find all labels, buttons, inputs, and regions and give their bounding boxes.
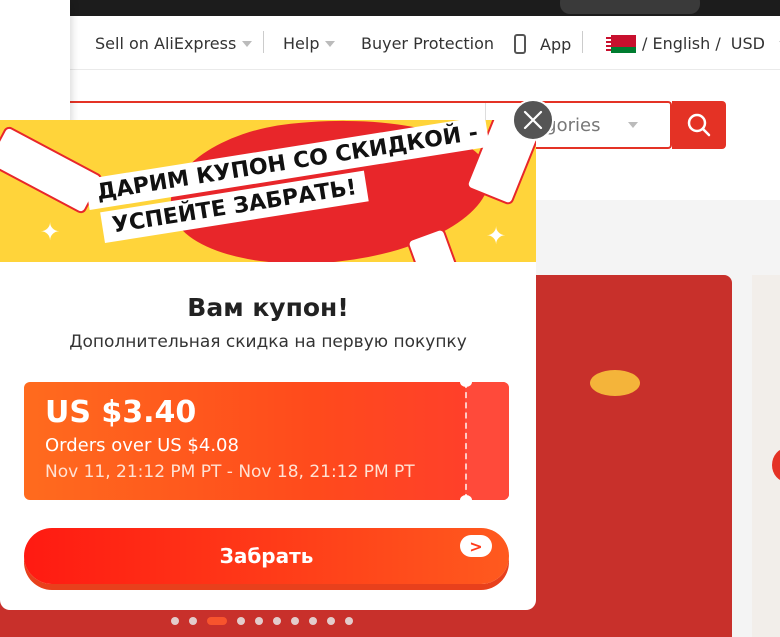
coin-graphic <box>590 370 640 396</box>
carousel-dot[interactable] <box>309 617 317 625</box>
currency-label: USD <box>730 34 765 53</box>
divider <box>263 31 264 53</box>
modal-subtitle: Дополнительная скидка на первую покупку <box>69 332 467 352</box>
app-label: App <box>540 34 572 54</box>
top-bar <box>0 0 780 16</box>
carousel-dot[interactable] <box>237 617 245 625</box>
sparkle-icon: ✦ <box>40 218 61 246</box>
chevron-down-icon <box>325 40 336 47</box>
language-currency-selector[interactable]: / English / USD <box>606 34 780 53</box>
carousel-dot[interactable] <box>207 617 227 625</box>
divider <box>582 31 583 53</box>
sparkle-icon: ✦ <box>486 222 507 250</box>
carousel-dots <box>171 617 353 625</box>
coupon-period: Nov 11, 21:12 PM PT - Nov 18, 21:12 PM P… <box>45 462 415 482</box>
top-banner-art <box>560 0 700 14</box>
claim-label: Забрать <box>219 544 314 568</box>
carousel-dot[interactable] <box>291 617 299 625</box>
coupon-notch <box>460 495 472 500</box>
help-label: Help <box>283 34 320 53</box>
carousel-dot[interactable] <box>171 617 179 625</box>
dropdown-panel <box>0 0 70 128</box>
help-link[interactable]: Help <box>283 34 336 53</box>
carousel-dot[interactable] <box>189 617 197 625</box>
carousel-dot[interactable] <box>327 617 335 625</box>
coupon-amount: US $3.40 <box>45 395 197 430</box>
carousel-dot[interactable] <box>255 617 263 625</box>
app-link[interactable]: App <box>514 34 571 54</box>
coupon-stub <box>465 382 509 500</box>
modal-banner: ✦ ✦ ДАРИМ КУПОН СО СКИДКОЙ - УСПЕЙТЕ ЗАБ… <box>0 120 536 262</box>
coupon-card: US $3.40 Orders over US $4.08 Nov 11, 21… <box>24 382 509 500</box>
sell-label: Sell on AliExpress <box>95 34 237 53</box>
chevron-down-icon <box>242 40 253 47</box>
coupon-condition: Orders over US $4.08 <box>45 435 239 456</box>
belarus-flag-icon <box>606 34 636 53</box>
language-label: / English / <box>642 34 721 53</box>
buyer-protection-link[interactable]: Buyer Protection <box>361 34 494 53</box>
search-icon <box>687 113 711 137</box>
search-button[interactable] <box>672 101 726 149</box>
close-icon <box>523 110 543 130</box>
chevron-down-icon <box>628 122 639 128</box>
close-button[interactable] <box>512 99 554 141</box>
header-nav: Sell on AliExpress Help Buyer Protection… <box>0 16 780 70</box>
coupon-modal: ✦ ✦ ДАРИМ КУПОН СО СКИДКОЙ - УСПЕЙТЕ ЗАБ… <box>0 120 536 610</box>
carousel-dot[interactable] <box>273 617 281 625</box>
claim-button[interactable]: Забрать > <box>24 528 509 584</box>
carousel-dot[interactable] <box>345 617 353 625</box>
buyer-protection-label: Buyer Protection <box>361 34 495 53</box>
phone-icon <box>514 34 526 54</box>
sell-on-aliexpress-link[interactable]: Sell on AliExpress <box>95 34 253 53</box>
arrow-right-icon: > <box>460 535 492 557</box>
modal-title: Вам купон! <box>187 293 349 322</box>
